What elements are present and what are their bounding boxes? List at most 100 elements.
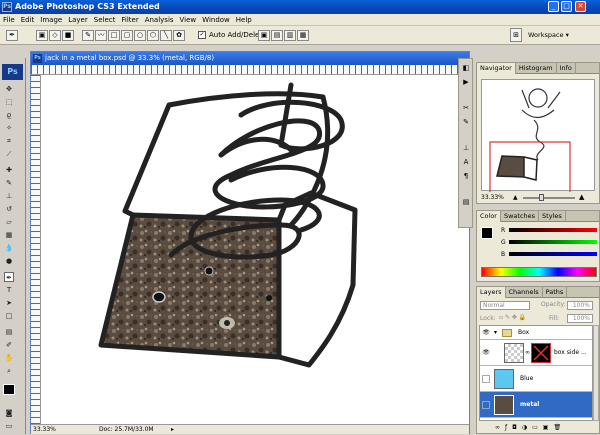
expand-triangle-icon[interactable]: ▾ xyxy=(494,329,497,336)
layer-comps-icon[interactable]: ▤ xyxy=(461,197,471,207)
workspace-menu[interactable]: Workspace ▾ xyxy=(528,30,569,41)
tool-presets-icon[interactable]: ✂ xyxy=(461,103,471,113)
navigator-zoom-slider[interactable] xyxy=(523,197,575,199)
healing-brush-tool-icon[interactable]: ✚ xyxy=(4,165,14,175)
clone-stamp-tool-icon[interactable]: ⊥ xyxy=(4,191,14,201)
eye-icon[interactable]: 👁 xyxy=(482,329,490,337)
crop-tool-icon[interactable]: ⌗ xyxy=(4,136,14,146)
new-layer-icon[interactable]: ▣ xyxy=(543,424,554,431)
link-layers-icon[interactable]: ∞ xyxy=(495,424,505,431)
clone-source-icon[interactable]: ⊥ xyxy=(461,143,471,153)
tab-layers[interactable]: Layers xyxy=(477,287,506,298)
fill-pixels-icon[interactable]: ■ xyxy=(62,30,74,41)
layer-row-box-group[interactable]: 👁 ▾ Box xyxy=(480,326,592,340)
zoom-out-icon[interactable]: ▲ xyxy=(513,194,518,201)
marquee-tool-icon[interactable]: ⬚ xyxy=(4,97,14,107)
menu-edit[interactable]: Edit xyxy=(18,14,38,26)
link-icon[interactable]: ∞ xyxy=(525,349,530,356)
canvas[interactable] xyxy=(41,75,469,425)
combine-intersect-icon[interactable]: ▥ xyxy=(284,30,296,41)
line-icon[interactable]: ╲ xyxy=(160,30,172,41)
navigator-zoom[interactable]: 33.33% xyxy=(481,194,504,201)
pen-icon[interactable]: ✎ xyxy=(82,30,94,41)
pen-tool-icon[interactable]: ✒ xyxy=(4,272,14,282)
navigator-slider-thumb[interactable] xyxy=(539,194,544,201)
rectangle-icon[interactable]: □ xyxy=(108,30,120,41)
fill-field[interactable]: 100% xyxy=(567,314,593,323)
custom-shape-icon[interactable]: ✿ xyxy=(173,30,185,41)
opacity-field[interactable]: 100% xyxy=(567,301,593,310)
horizontal-ruler[interactable] xyxy=(31,65,469,75)
tab-navigator[interactable]: Navigator xyxy=(477,63,516,74)
paragraph-panel-icon[interactable]: ¶ xyxy=(461,171,471,181)
menu-layer[interactable]: Layer xyxy=(65,14,91,26)
adjustment-layer-icon[interactable]: ◑ xyxy=(522,424,532,431)
rectangle-tool-icon[interactable]: □ xyxy=(4,311,14,321)
layer-row-blue[interactable]: Blue xyxy=(480,366,592,392)
quick-mask-icon[interactable]: ◙ xyxy=(4,408,14,418)
foreground-color-swatch[interactable] xyxy=(3,384,15,395)
eye-hidden-icon[interactable] xyxy=(482,401,490,409)
vertical-ruler[interactable] xyxy=(31,75,41,425)
green-slider[interactable]: G 0 xyxy=(501,238,600,247)
move-tool-icon[interactable]: ✥ xyxy=(4,84,14,94)
combine-exclude-icon[interactable]: ▦ xyxy=(297,30,309,41)
blue-slider[interactable]: B 0 xyxy=(501,250,600,259)
menu-select[interactable]: Select xyxy=(91,14,119,26)
maximize-button[interactable]: □ xyxy=(561,1,572,12)
tab-paths[interactable]: Paths xyxy=(543,287,568,298)
tab-swatches[interactable]: Swatches xyxy=(501,211,540,222)
brushes-icon[interactable]: ✎ xyxy=(461,117,471,127)
gradient-tool-icon[interactable]: ▦ xyxy=(4,230,14,240)
menu-image[interactable]: Image xyxy=(37,14,65,26)
pen-tool-preset-icon[interactable]: ✒ xyxy=(6,30,18,41)
menu-analysis[interactable]: Analysis xyxy=(142,14,177,26)
menu-window[interactable]: Window xyxy=(199,14,233,26)
screen-mode-icon[interactable]: ▭ xyxy=(4,421,14,431)
type-tool-icon[interactable]: T xyxy=(4,285,14,295)
hand-tool-icon[interactable]: ✋ xyxy=(4,353,14,363)
actions-panel-icon[interactable]: ▶ xyxy=(461,77,471,87)
document-title-bar[interactable]: Ps jack in a metal box.psd @ 33.3% (meta… xyxy=(31,52,469,65)
polygon-icon[interactable]: ⬡ xyxy=(147,30,159,41)
color-spectrum-ramp[interactable] xyxy=(481,267,597,277)
rounded-rectangle-icon[interactable]: ▢ xyxy=(121,30,133,41)
delete-layer-icon[interactable]: 🗑 xyxy=(553,424,566,431)
tab-styles[interactable]: Styles xyxy=(539,211,566,222)
menu-file[interactable]: File xyxy=(0,14,18,26)
tab-histogram[interactable]: Histogram xyxy=(516,63,557,74)
tab-channels[interactable]: Channels xyxy=(506,287,543,298)
character-panel-icon[interactable]: A xyxy=(461,157,471,167)
layer-row-metal[interactable]: metal xyxy=(480,392,592,418)
freeform-pen-icon[interactable]: 〰 xyxy=(95,30,107,41)
magic-wand-tool-icon[interactable]: ✧ xyxy=(4,123,14,133)
eye-hidden-icon[interactable] xyxy=(482,375,490,383)
red-slider[interactable]: R 0 xyxy=(501,226,600,235)
brush-tool-icon[interactable]: ✎ xyxy=(4,178,14,188)
color-foreground-swatch[interactable] xyxy=(481,227,493,239)
combine-add-icon[interactable]: ▣ xyxy=(258,30,270,41)
close-button[interactable]: ✕ xyxy=(575,1,586,12)
add-mask-icon[interactable]: ◘ xyxy=(512,424,522,431)
zoom-in-icon[interactable]: ▲ xyxy=(579,193,584,201)
lasso-tool-icon[interactable]: ϱ xyxy=(4,110,14,120)
navigator-preview[interactable] xyxy=(481,79,595,207)
workspace-icon[interactable]: ⊞ xyxy=(510,28,522,42)
eraser-tool-icon[interactable]: ▱ xyxy=(4,217,14,227)
menu-filter[interactable]: Filter xyxy=(118,14,141,26)
history-brush-tool-icon[interactable]: ↺ xyxy=(4,204,14,214)
combine-subtract-icon[interactable]: ▤ xyxy=(271,30,283,41)
tab-color[interactable]: Color xyxy=(477,211,501,222)
minimize-button[interactable]: _ xyxy=(548,1,559,12)
eyedropper-tool-icon[interactable]: ✐ xyxy=(4,340,14,350)
blend-mode-select[interactable]: Normal xyxy=(480,301,530,310)
blur-tool-icon[interactable]: 💧 xyxy=(4,243,14,253)
mask-thumbnail[interactable] xyxy=(531,343,551,363)
paths-icon[interactable]: ◇ xyxy=(49,30,61,41)
lock-icons[interactable]: ▫ ✎ ✥ 🔒 xyxy=(499,314,526,321)
new-group-icon[interactable]: ▭ xyxy=(532,424,543,431)
tab-info[interactable]: Info xyxy=(557,63,576,74)
history-panel-icon[interactable]: ◧ xyxy=(461,63,471,73)
shape-layers-icon[interactable]: ▣ xyxy=(36,30,48,41)
menu-view[interactable]: View xyxy=(177,14,200,26)
